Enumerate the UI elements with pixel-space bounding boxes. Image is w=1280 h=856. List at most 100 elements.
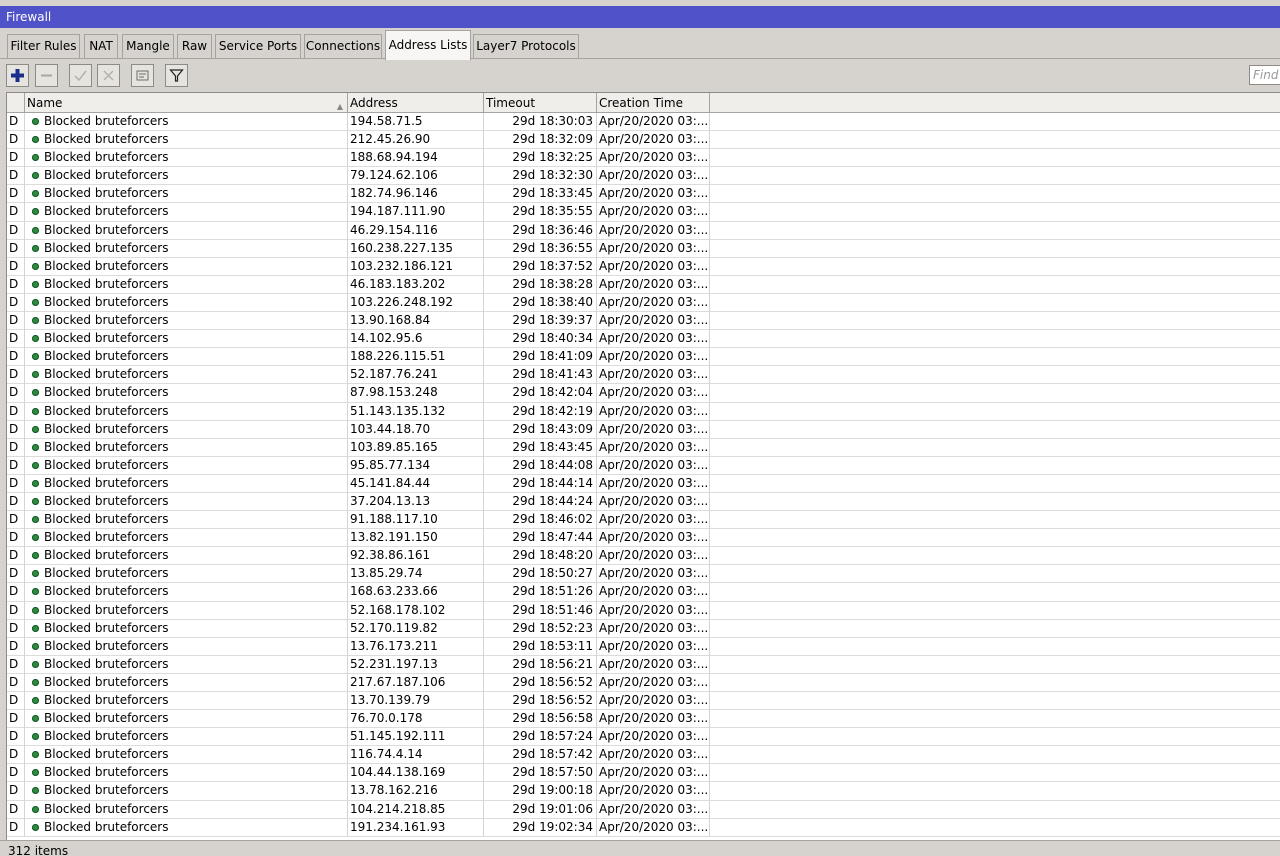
row-timeout: 29d 18:46:02 [484, 511, 597, 530]
table-row[interactable]: D Blocked bruteforcers 76.70.0.178 29d 18:5… [7, 710, 1280, 729]
row-flag: D [7, 312, 25, 331]
table-row[interactable]: D Blocked bruteforcers 14.102.95.6 29d 18:4… [7, 330, 1280, 349]
tab-filter-rules[interactable]: Filter Rules [7, 34, 80, 58]
tab-address-lists[interactable]: Address Lists [385, 30, 471, 60]
filter-button[interactable] [165, 64, 188, 87]
row-flag: D [7, 782, 25, 801]
table-row[interactable]: D Blocked bruteforcers 52.170.119.82 29d 18… [7, 619, 1280, 638]
disable-button[interactable] [97, 64, 120, 87]
row-name: Blocked bruteforcers [25, 800, 348, 819]
row-name: Blocked bruteforcers [25, 420, 348, 439]
row-address: 13.70.139.79 [348, 692, 484, 710]
table-row[interactable]: D Blocked bruteforcers 91.188.117.10 29d 18… [7, 511, 1280, 530]
row-creation-time: Apr/20/2020 03:... [597, 438, 710, 457]
table-row[interactable]: D Blocked bruteforcers 52.187.76.241 29d 18… [7, 366, 1280, 385]
remove-button[interactable] [35, 64, 58, 87]
table-row[interactable]: D Blocked bruteforcers 191.234.161.93 29d 1… [7, 818, 1280, 837]
table-row[interactable]: D Blocked bruteforcers 13.82.191.150 29d 18… [7, 529, 1280, 548]
table-row[interactable]: D Blocked bruteforcers 103.232.186.121 29d … [7, 257, 1280, 276]
status-dot-icon [32, 697, 39, 704]
column-header-name[interactable]: Name ▲ [25, 93, 348, 112]
status-dot-icon [32, 136, 39, 144]
table-row[interactable]: D Blocked bruteforcers 45.141.84.44 29d 18:… [7, 474, 1280, 493]
column-header-address[interactable]: Address [348, 93, 484, 112]
table-row[interactable]: D Blocked bruteforcers 188.226.115.51 29d 1… [7, 348, 1280, 367]
table-row[interactable]: D Blocked bruteforcers 13.85.29.74 29d 18:5… [7, 565, 1280, 584]
tab-mangle[interactable]: Mangle [122, 34, 174, 58]
comment-button[interactable] [131, 64, 154, 87]
status-dot-icon [32, 190, 39, 198]
table-row[interactable]: D Blocked bruteforcers 182.74.96.146 29d 18… [7, 185, 1280, 204]
row-timeout: 29d 18:38:28 [484, 275, 597, 294]
row-name: Blocked bruteforcers [25, 203, 348, 222]
row-timeout: 29d 18:36:46 [484, 221, 597, 240]
table-row[interactable]: D Blocked bruteforcers 95.85.77.134 29d 18:… [7, 456, 1280, 475]
row-creation-time: Apr/20/2020 03:... [597, 492, 710, 511]
table-row[interactable]: D Blocked bruteforcers 13.70.139.79 29d 18:… [7, 692, 1280, 711]
add-icon [11, 69, 24, 82]
tab-layer7-protocols[interactable]: Layer7 Protocols [473, 34, 579, 58]
table-row[interactable]: D Blocked bruteforcers 87.98.153.248 29d 18… [7, 384, 1280, 403]
table-row[interactable]: D Blocked bruteforcers 194.58.71.5 29d 18:3… [7, 113, 1280, 132]
row-creation-time: Apr/20/2020 03:... [597, 710, 710, 729]
table-row[interactable]: D Blocked bruteforcers 79.124.62.106 29d 18… [7, 167, 1280, 186]
table-row[interactable]: D Blocked bruteforcers 103.89.85.165 29d 18… [7, 438, 1280, 457]
table-row[interactable]: D Blocked bruteforcers 212.45.26.90 29d 18:… [7, 131, 1280, 150]
table-row[interactable]: D Blocked bruteforcers 13.76.173.211 29d 18… [7, 637, 1280, 656]
status-dot-icon [32, 118, 39, 125]
table-row[interactable]: D Blocked bruteforcers 52.231.197.13 29d 18… [7, 655, 1280, 674]
row-timeout: 29d 18:47:44 [484, 529, 597, 548]
table-row[interactable]: D Blocked bruteforcers 37.204.13.13 29d 18:… [7, 492, 1280, 512]
row-flag: D [7, 474, 25, 493]
status-dot-icon [32, 552, 39, 560]
row-address: 188.68.94.194 [348, 149, 484, 168]
row-timeout: 29d 19:01:06 [484, 800, 597, 819]
column-header-flags[interactable] [7, 93, 25, 112]
table-row[interactable]: D Blocked bruteforcers 160.238.227.135 29d … [7, 239, 1280, 258]
row-timeout: 29d 18:57:42 [484, 746, 597, 765]
table-row[interactable]: D Blocked bruteforcers 92.38.86.161 29d 18:… [7, 547, 1280, 566]
table-row[interactable]: D Blocked bruteforcers 103.226.248.192 29d … [7, 293, 1280, 313]
table-row[interactable]: D Blocked bruteforcers 13.90.168.84 29d 18:… [7, 312, 1280, 331]
status-dot-icon [32, 407, 39, 415]
table-row[interactable]: D Blocked bruteforcers 217.67.187.106 29d 1… [7, 673, 1280, 692]
row-address: 104.214.218.85 [348, 800, 484, 819]
find-input[interactable] [1249, 65, 1280, 85]
tab-service-ports[interactable]: Service Ports [215, 34, 301, 58]
row-timeout: 29d 18:48:20 [484, 547, 597, 566]
column-header-timeout[interactable]: Timeout [484, 93, 597, 112]
table-row[interactable]: D Blocked bruteforcers 13.78.162.216 29d 19… [7, 782, 1280, 801]
table-row[interactable]: D Blocked bruteforcers 46.29.154.116 29d 18… [7, 221, 1280, 240]
row-address: 45.141.84.44 [348, 474, 484, 493]
row-address: 95.85.77.134 [348, 456, 484, 475]
tab-connections[interactable]: Connections [304, 34, 382, 58]
comment-icon [136, 70, 149, 81]
column-header-creation-time[interactable]: Creation Time [597, 93, 710, 112]
table-row[interactable]: D Blocked bruteforcers 116.74.4.14 29d 18:5… [7, 746, 1280, 765]
status-dot-icon [32, 425, 39, 433]
row-address: 168.63.233.66 [348, 583, 484, 602]
table-row[interactable]: D Blocked bruteforcers 51.145.192.111 29d 1… [7, 728, 1280, 747]
table-row[interactable]: D Blocked bruteforcers 103.44.18.70 29d 18:… [7, 420, 1280, 439]
tab-bar: Filter Rules NAT Mangle Raw Service Port… [0, 28, 1280, 60]
tab-nat[interactable]: NAT [84, 34, 118, 58]
tab-raw[interactable]: Raw [177, 34, 212, 58]
table-row[interactable]: D Blocked bruteforcers 104.44.138.169 29d 1… [7, 764, 1280, 783]
row-name: Blocked bruteforcers [25, 275, 348, 294]
table-row[interactable]: D Blocked bruteforcers 51.143.135.132 29d 1… [7, 402, 1280, 421]
row-creation-time: Apr/20/2020 03:... [597, 511, 710, 530]
row-creation-time: Apr/20/2020 03:... [597, 131, 710, 150]
table-row[interactable]: D Blocked bruteforcers 46.183.183.202 29d 1… [7, 275, 1280, 294]
row-name: Blocked bruteforcers [25, 511, 348, 530]
enable-button[interactable] [69, 64, 92, 87]
row-name: Blocked bruteforcers [25, 619, 348, 638]
table-row[interactable]: D Blocked bruteforcers 104.214.218.85 29d 1… [7, 800, 1280, 819]
add-button[interactable] [6, 64, 29, 87]
row-address: 13.85.29.74 [348, 565, 484, 584]
table-row[interactable]: D Blocked bruteforcers 194.187.111.90 29d 1… [7, 203, 1280, 222]
table-row[interactable]: D Blocked bruteforcers 188.68.94.194 29d 18… [7, 149, 1280, 168]
row-flag: D [7, 637, 25, 656]
table-row[interactable]: D Blocked bruteforcers 168.63.233.66 29d 18… [7, 583, 1280, 602]
table-row[interactable]: D Blocked bruteforcers 52.168.178.102 29d 1… [7, 601, 1280, 620]
row-creation-time: Apr/20/2020 03:... [597, 746, 710, 765]
